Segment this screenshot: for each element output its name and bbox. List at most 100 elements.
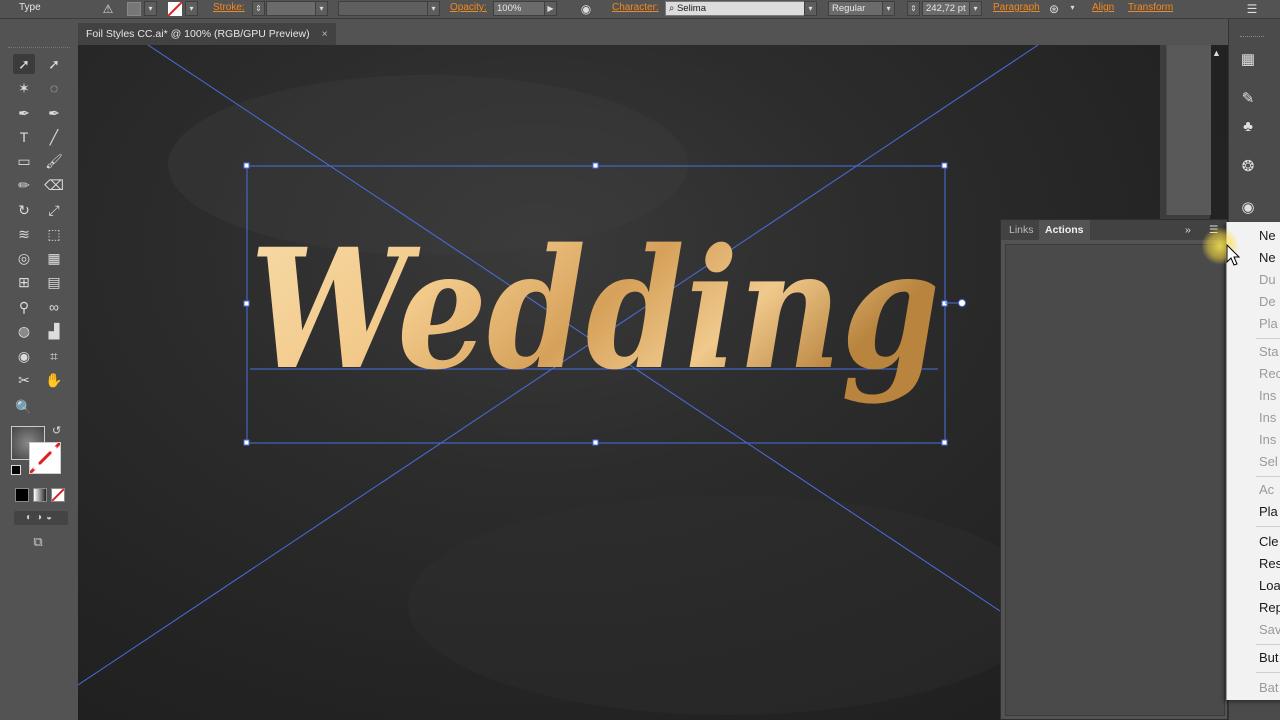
font-family-dropdown[interactable]: ▾ — [804, 1, 817, 16]
stroke-dropdown[interactable]: ▾ — [185, 1, 198, 16]
blend-tool[interactable]: ∞ — [43, 297, 65, 317]
font-style-input[interactable]: Regular — [828, 1, 883, 16]
flyout-menu-item[interactable]: Loa — [1259, 578, 1280, 593]
graphic-styles-panel-icon[interactable]: ❂ — [1237, 156, 1259, 178]
font-family-input[interactable]: ⌕ Selima — [665, 1, 805, 16]
artboards-panel-icon[interactable]: ▦ — [1237, 49, 1259, 71]
flyout-menu-item[interactable]: Res — [1259, 556, 1280, 571]
mode-label: Type — [19, 2, 41, 13]
pen-tool[interactable]: ✒ — [13, 103, 35, 123]
document-tab-bar: Foil Styles CC.ai* @ 100% (RGB/GPU Previ… — [78, 19, 1228, 46]
selection-tool[interactable]: ➚ — [13, 54, 35, 74]
opacity-flyout[interactable]: ▶ — [544, 1, 557, 16]
collapse-panel-icon[interactable]: » — [1179, 220, 1197, 240]
stroke-weight-dropdown[interactable]: ▾ — [315, 1, 328, 16]
flyout-menu-item: Du — [1259, 272, 1276, 287]
fill-dropdown[interactable]: ▾ — [144, 1, 157, 16]
flyout-menu-item: Sta — [1259, 344, 1279, 359]
tab-links[interactable]: Links — [1003, 220, 1040, 240]
slice-tool[interactable]: ✂ — [13, 370, 35, 390]
default-colors-icon[interactable] — [11, 465, 21, 475]
flyout-menu-item: De — [1259, 294, 1276, 309]
align-label[interactable]: Align — [1092, 2, 1114, 13]
swap-fill-stroke-icon[interactable]: ↺ — [52, 424, 61, 437]
symbol-tool[interactable]: ◉ — [13, 346, 35, 366]
rectangle-tool[interactable]: ▭ — [13, 151, 35, 171]
artboard-tool[interactable]: ⌗ — [43, 346, 65, 366]
magic-wand-tool[interactable]: ✶ — [13, 78, 35, 98]
gradient-tool[interactable]: ▤ — [43, 272, 65, 292]
free-transform-tool[interactable]: ⬚ — [43, 224, 65, 244]
flyout-menu-item[interactable]: Ne — [1259, 228, 1276, 243]
font-style-dropdown[interactable]: ▾ — [882, 1, 895, 16]
column-graph-tool[interactable]: ▟ — [43, 321, 65, 341]
curvature-tool[interactable]: ✒ — [43, 103, 65, 123]
flyout-menu-item: Sav — [1259, 622, 1280, 637]
flyout-menu-item[interactable]: Pla — [1259, 504, 1278, 519]
warning-icon[interactable]: ⚠ — [100, 1, 116, 17]
font-size-input[interactable]: 242,72 pt — [922, 1, 970, 16]
direct-selection-tool[interactable]: ➚ — [43, 54, 65, 74]
none-mode-button[interactable] — [51, 488, 65, 502]
close-tab-icon[interactable]: × — [322, 28, 328, 40]
eyedropper-tool[interactable]: ⚲ — [13, 297, 35, 317]
flyout-menu-item[interactable]: But — [1259, 650, 1279, 665]
width-tool[interactable]: ≋ — [13, 224, 35, 244]
screen-mode-icon[interactable]: ⧉ — [28, 534, 48, 550]
recolor-artwork-icon[interactable]: ◉ — [578, 1, 594, 17]
shape-builder-tool[interactable]: ◎ — [13, 248, 35, 268]
stroke-label[interactable]: Stroke: — [213, 2, 245, 13]
zoom-tool[interactable]: 🔍 — [13, 397, 35, 417]
flyout-menu-item: Ins — [1259, 410, 1277, 425]
vertical-scroll-thumb[interactable] — [1166, 45, 1211, 215]
panel-menu-icon[interactable]: ☰ — [1244, 1, 1260, 17]
stroke-swatch[interactable] — [167, 1, 183, 17]
variable-width-dropdown[interactable]: ▾ — [427, 1, 440, 16]
type-tool[interactable]: T — [13, 127, 35, 147]
stroke-weight-stepper[interactable]: ⇕ — [252, 1, 265, 16]
lasso-tool[interactable]: ◌ — [43, 78, 65, 98]
opacity-input[interactable]: 100% — [493, 1, 545, 16]
character-label[interactable]: Character: — [612, 2, 659, 13]
tab-actions[interactable]: Actions — [1039, 220, 1090, 240]
transform-label[interactable]: Transform — [1128, 2, 1173, 13]
mesh-tool[interactable]: ⊞ — [13, 272, 35, 292]
flyout-menu-item[interactable]: Cle — [1259, 534, 1279, 549]
perspective-grid-tool[interactable]: ▦ — [43, 248, 65, 268]
paintbrush-tool[interactable]: 🖌 — [43, 151, 65, 171]
gradient-mode-button[interactable] — [33, 488, 47, 502]
scale-tool[interactable]: ⤢ — [43, 200, 65, 220]
globe-dropdown[interactable]: ▾ — [1066, 1, 1079, 16]
variable-width-profile[interactable] — [338, 1, 428, 16]
symbol-sprayer-tool[interactable]: ◍ — [13, 321, 35, 341]
globe-icon[interactable]: ⊛ — [1046, 1, 1062, 17]
dock-grip[interactable] — [1240, 36, 1264, 43]
appearance-panel-icon[interactable]: ◉ — [1237, 197, 1259, 219]
stroke-color-box[interactable] — [28, 441, 62, 475]
draw-modes[interactable]: ◐◑◒ — [14, 511, 68, 525]
document-tab[interactable]: Foil Styles CC.ai* @ 100% (RGB/GPU Previ… — [78, 23, 336, 45]
line-tool[interactable]: ╱ — [43, 127, 65, 147]
symbols-panel-icon[interactable]: ♣ — [1237, 116, 1259, 138]
flyout-menu-item[interactable]: Rep — [1259, 600, 1280, 615]
paragraph-label[interactable]: Paragraph — [993, 2, 1040, 13]
pencil-tool[interactable]: ✏ — [13, 175, 35, 195]
threaded-text-port[interactable] — [958, 299, 966, 307]
font-size-stepper[interactable]: ⇕ — [907, 1, 920, 16]
color-mode-button[interactable] — [15, 488, 29, 502]
eraser-tool[interactable]: ⌫ — [43, 175, 65, 195]
stroke-weight-input[interactable] — [266, 1, 316, 16]
tools-panel-grip[interactable] — [0, 45, 78, 51]
mouse-pointer-icon — [1226, 244, 1241, 266]
flyout-menu-item[interactable]: Ne — [1259, 250, 1276, 265]
rotate-tool[interactable]: ↻ — [13, 200, 35, 220]
opacity-label[interactable]: Opacity: — [450, 2, 487, 13]
fill-swatch[interactable] — [127, 2, 141, 16]
wedding-script-text[interactable]: Wedding — [250, 212, 940, 406]
actions-list[interactable] — [1005, 244, 1225, 716]
scroll-up-icon[interactable]: ▲ — [1212, 48, 1221, 58]
menu-separator — [1256, 476, 1280, 477]
font-size-dropdown[interactable]: ▾ — [969, 1, 982, 16]
hand-tool[interactable]: ✋ — [43, 370, 65, 390]
brushes-panel-icon[interactable]: ✎ — [1237, 88, 1259, 110]
